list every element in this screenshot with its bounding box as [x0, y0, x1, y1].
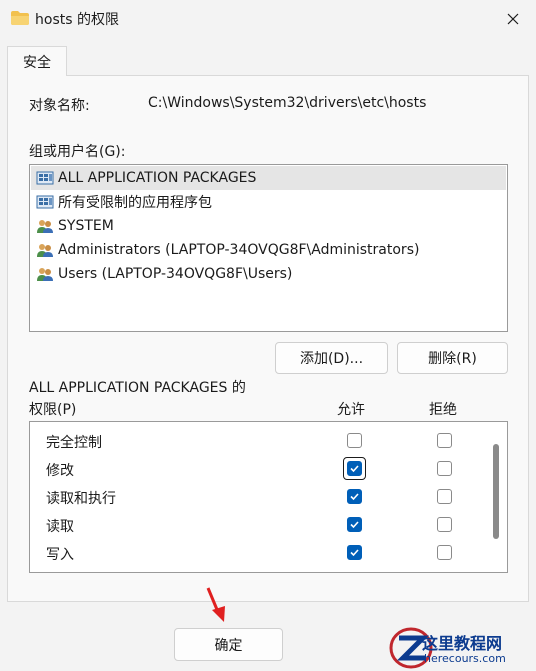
watermark-title: 这里教程网: [422, 634, 503, 653]
package-group-icon: [36, 194, 54, 210]
folder-icon: [11, 11, 29, 25]
users-icon: [36, 266, 54, 282]
allow-checkbox[interactable]: [347, 489, 362, 504]
permission-row: 修改: [30, 455, 490, 483]
allow-checkbox[interactable]: [347, 517, 362, 532]
deny-checkbox[interactable]: [437, 433, 452, 448]
group-list-item-label: SYSTEM: [58, 218, 114, 234]
deny-checkbox[interactable]: [437, 517, 452, 532]
package-group-icon: [36, 170, 54, 186]
allow-column-header: 允许: [337, 402, 365, 418]
permission-name: 写入: [46, 547, 74, 563]
group-list-item[interactable]: Users (LAPTOP-34OVQG8F\Users): [31, 262, 506, 286]
permission-row: 写入: [30, 539, 490, 567]
deny-checkbox[interactable]: [437, 489, 452, 504]
group-list-item[interactable]: Administrators (LAPTOP-34OVQG8F\Administ…: [31, 238, 506, 262]
groups-listbox[interactable]: ALL APPLICATION PACKAGES 所有受限制的应用程序包 SYSTE…: [29, 164, 508, 332]
tab-security[interactable]: 安全: [7, 46, 67, 76]
watermark-url: herecours.com: [424, 652, 506, 665]
deny-column-header: 拒绝: [429, 402, 457, 418]
permission-row: 读取和执行: [30, 483, 490, 511]
focus-indicator: [343, 457, 366, 480]
permissions-scrollbar[interactable]: [493, 444, 499, 539]
permission-name: 读取和执行: [46, 491, 116, 507]
group-list-item[interactable]: SYSTEM: [31, 214, 506, 238]
remove-button[interactable]: 删除(R): [397, 342, 508, 374]
users-icon: [36, 242, 54, 258]
deny-checkbox[interactable]: [437, 461, 452, 476]
add-button[interactable]: 添加(D)...: [275, 342, 388, 374]
group-list-item[interactable]: ALL APPLICATION PACKAGES: [31, 166, 506, 190]
permissions-label: 权限(P): [29, 402, 77, 418]
allow-checkbox[interactable]: [347, 433, 362, 448]
permissions-listbox: 完全控制修改读取和执行读取写入: [29, 421, 508, 573]
permission-name: 读取: [46, 519, 74, 535]
close-icon: [507, 13, 519, 25]
group-list-item-label: Administrators (LAPTOP-34OVQG8F\Administ…: [58, 242, 420, 258]
allow-checkbox[interactable]: [347, 545, 362, 560]
permission-row: 完全控制: [30, 427, 490, 455]
users-icon: [36, 218, 54, 234]
group-list-item-label: 所有受限制的应用程序包: [58, 195, 212, 211]
permissions-for-label: ALL APPLICATION PACKAGES 的: [29, 380, 246, 396]
object-name-label: 对象名称:: [29, 98, 90, 114]
permission-name: 完全控制: [46, 435, 102, 451]
close-button[interactable]: [490, 0, 536, 38]
red-arrow-icon: [206, 587, 225, 622]
groups-label: 组或用户名(G):: [29, 144, 126, 160]
window-title: hosts 的权限: [35, 12, 119, 28]
object-name-value: C:\Windows\System32\drivers\etc\hosts: [148, 95, 427, 111]
permission-name: 修改: [46, 463, 74, 479]
ok-button[interactable]: 确定: [174, 628, 283, 661]
group-list-item[interactable]: 所有受限制的应用程序包: [31, 190, 506, 214]
group-list-item-label: ALL APPLICATION PACKAGES: [58, 170, 257, 186]
group-list-item-label: Users (LAPTOP-34OVQG8F\Users): [58, 266, 293, 282]
title-bar: hosts 的权限: [0, 0, 536, 38]
deny-checkbox[interactable]: [437, 545, 452, 560]
permission-row: 读取: [30, 511, 490, 539]
